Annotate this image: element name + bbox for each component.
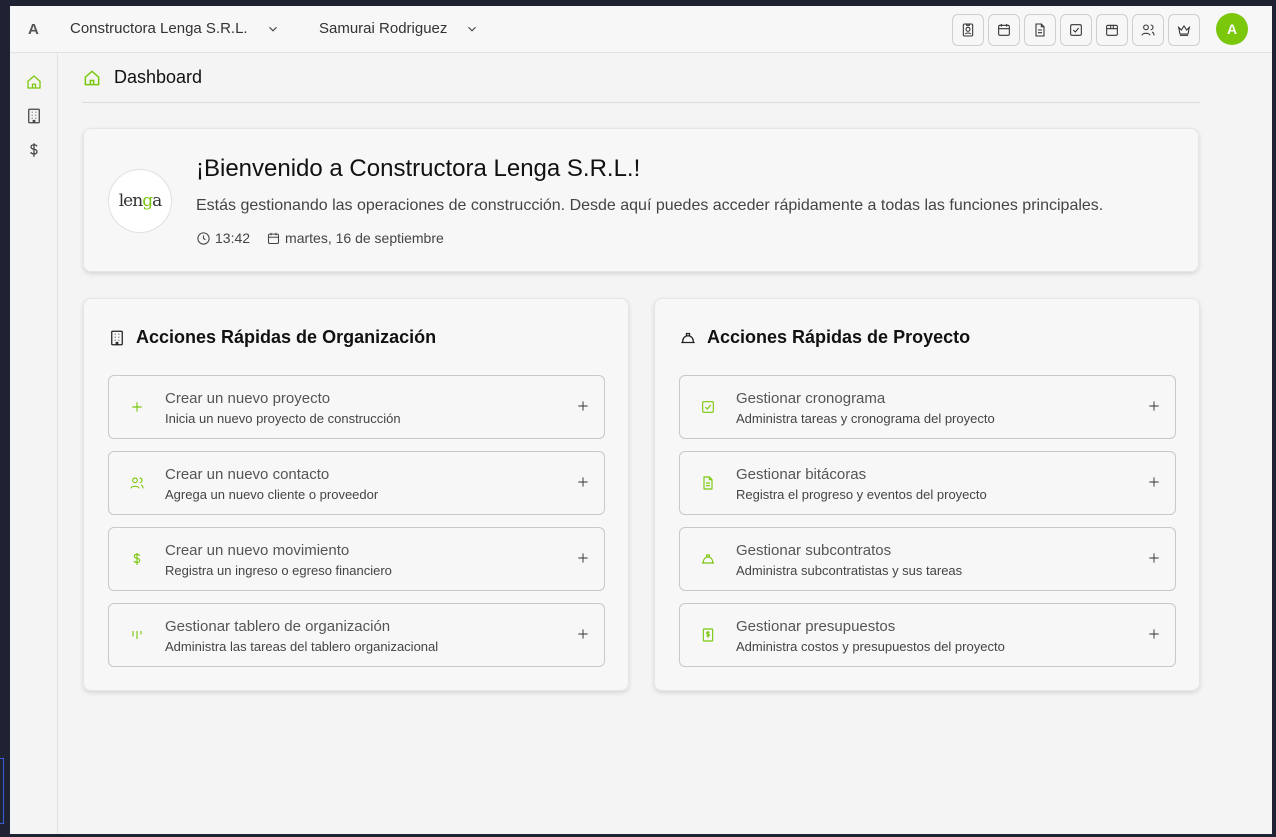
users-button[interactable] <box>1132 14 1164 46</box>
tasks-button[interactable] <box>1060 14 1092 46</box>
action-subtitle: Inicia un nuevo proyecto de construcción <box>165 411 401 426</box>
window-edge <box>0 758 4 824</box>
plus-icon <box>1147 627 1161 641</box>
create-contact-action[interactable]: Crear un nuevo contacto Agrega un nuevo … <box>108 451 605 515</box>
toolbar <box>952 14 1200 46</box>
hardhat-icon <box>700 551 716 567</box>
top-bar: A Constructora Lenga S.R.L. Samurai Rodr… <box>10 6 1272 53</box>
home-icon <box>84 70 100 86</box>
action-title: Crear un nuevo contacto <box>165 466 330 483</box>
organization-name: Constructora Lenga S.R.L. <box>70 20 248 37</box>
plus-icon <box>1147 399 1161 413</box>
action-title: Crear un nuevo proyecto <box>165 390 331 407</box>
building-icon <box>28 108 40 124</box>
sidebar-item-organization[interactable] <box>24 106 44 126</box>
project-actions-panel: Acciones Rápidas de Proyecto Gestionar c… <box>654 298 1200 691</box>
action-title: Crear un nuevo movimiento <box>165 542 350 559</box>
action-subtitle: Administra tareas y cronograma del proye… <box>736 411 995 426</box>
manage-subcontracts-action[interactable]: Gestionar subcontratos Administra subcon… <box>679 527 1176 591</box>
welcome-description: Estás gestionando las operaciones de con… <box>196 197 1104 214</box>
action-subtitle: Administra costos y presupuestos del pro… <box>736 639 1005 654</box>
organization-actions-panel: Acciones Rápidas de Organización Crear u… <box>83 298 629 691</box>
current-date: martes, 16 de septiembre <box>285 230 444 246</box>
document-icon <box>1035 23 1045 37</box>
dollar-icon <box>30 143 38 157</box>
crown-icon <box>1177 25 1191 36</box>
home-icon <box>27 75 41 89</box>
building-icon <box>111 330 123 345</box>
plus-icon <box>576 627 590 641</box>
plus-icon <box>576 475 590 489</box>
documents-button[interactable] <box>1024 14 1056 46</box>
clock-icon <box>197 231 210 245</box>
sidebar <box>10 53 58 834</box>
box-icon <box>1106 24 1118 36</box>
kanban-icon <box>129 627 145 643</box>
manage-board-action[interactable]: Gestionar tablero de organización Admini… <box>108 603 605 667</box>
contacts-button[interactable] <box>952 14 984 46</box>
dollar-icon <box>129 551 145 567</box>
checkbox-icon <box>1070 24 1082 36</box>
panel-title: Acciones Rápidas de Organización <box>108 327 436 348</box>
hardhat-icon <box>681 332 695 343</box>
welcome-card: le n g a ¡Bienvenido a Constructora Lenga S… <box>83 128 1199 272</box>
manage-logs-action[interactable]: Gestionar bitácoras Registra el progreso… <box>679 451 1176 515</box>
panel-title-text: Acciones Rápidas de Proyecto <box>707 327 971 347</box>
brand-letter: A <box>28 21 39 38</box>
breadcrumb: Dashboard <box>82 64 1200 103</box>
company-logo: le n g a <box>108 169 172 233</box>
plus-icon <box>576 399 590 413</box>
action-subtitle: Registra el progreso y eventos del proye… <box>736 487 987 502</box>
action-title: Gestionar presupuestos <box>736 618 896 635</box>
panel-title-text: Acciones Rápidas de Organización <box>136 327 437 347</box>
document-icon <box>700 475 716 491</box>
action-title: Gestionar bitácoras <box>736 466 867 483</box>
organization-selector[interactable]: Constructora Lenga S.R.L. <box>70 20 280 37</box>
page-title: Dashboard <box>114 67 203 87</box>
contact-card-icon <box>962 23 974 37</box>
sidebar-item-home[interactable] <box>24 72 44 92</box>
plus-icon <box>576 551 590 565</box>
action-subtitle: Agrega un nuevo cliente o proveedor <box>165 487 379 502</box>
sidebar-item-finances[interactable] <box>24 140 44 160</box>
create-movement-action[interactable]: Crear un nuevo movimiento Registra un in… <box>108 527 605 591</box>
action-subtitle: Registra un ingreso o egreso financiero <box>165 563 392 578</box>
manage-budgets-action[interactable]: Gestionar presupuestos Administra costos… <box>679 603 1176 667</box>
user-selector[interactable]: Samurai Rodriguez <box>319 20 479 37</box>
user-avatar[interactable]: A <box>1216 13 1248 45</box>
app-window: A Constructora Lenga S.R.L. Samurai Rodr… <box>10 6 1272 834</box>
calendar-icon <box>268 232 280 244</box>
calendar-icon <box>998 24 1010 36</box>
create-project-action[interactable]: Crear un nuevo proyecto Inicia un nuevo … <box>108 375 605 439</box>
calendar-button[interactable] <box>988 14 1020 46</box>
action-subtitle: Administra las tareas del tablero organi… <box>165 639 439 654</box>
packages-button[interactable] <box>1096 14 1128 46</box>
welcome-meta: 13:42 martes, 16 de septiembre <box>196 230 444 246</box>
users-icon <box>1141 24 1155 36</box>
plus-icon <box>1147 475 1161 489</box>
chevron-down-icon <box>468 26 477 32</box>
action-title: Gestionar tablero de organización <box>165 618 391 635</box>
manage-schedule-action[interactable]: Gestionar cronograma Administra tareas y… <box>679 375 1176 439</box>
user-name: Samurai Rodriguez <box>319 20 448 37</box>
plan-button[interactable] <box>1168 14 1200 46</box>
panel-title: Acciones Rápidas de Proyecto <box>679 327 970 348</box>
checkbox-icon <box>700 399 716 415</box>
welcome-title: ¡Bienvenido a Constructora Lenga S.R.L.! <box>196 155 641 182</box>
action-title: Gestionar cronograma <box>736 390 886 407</box>
plus-icon <box>1147 551 1161 565</box>
plus-icon <box>129 399 145 415</box>
receipt-icon <box>700 627 716 643</box>
current-time: 13:42 <box>215 230 251 246</box>
action-subtitle: Administra subcontratistas y sus tareas <box>736 563 963 578</box>
chevron-down-icon <box>268 26 277 32</box>
users-icon <box>129 475 145 491</box>
action-title: Gestionar subcontratos <box>736 542 892 559</box>
